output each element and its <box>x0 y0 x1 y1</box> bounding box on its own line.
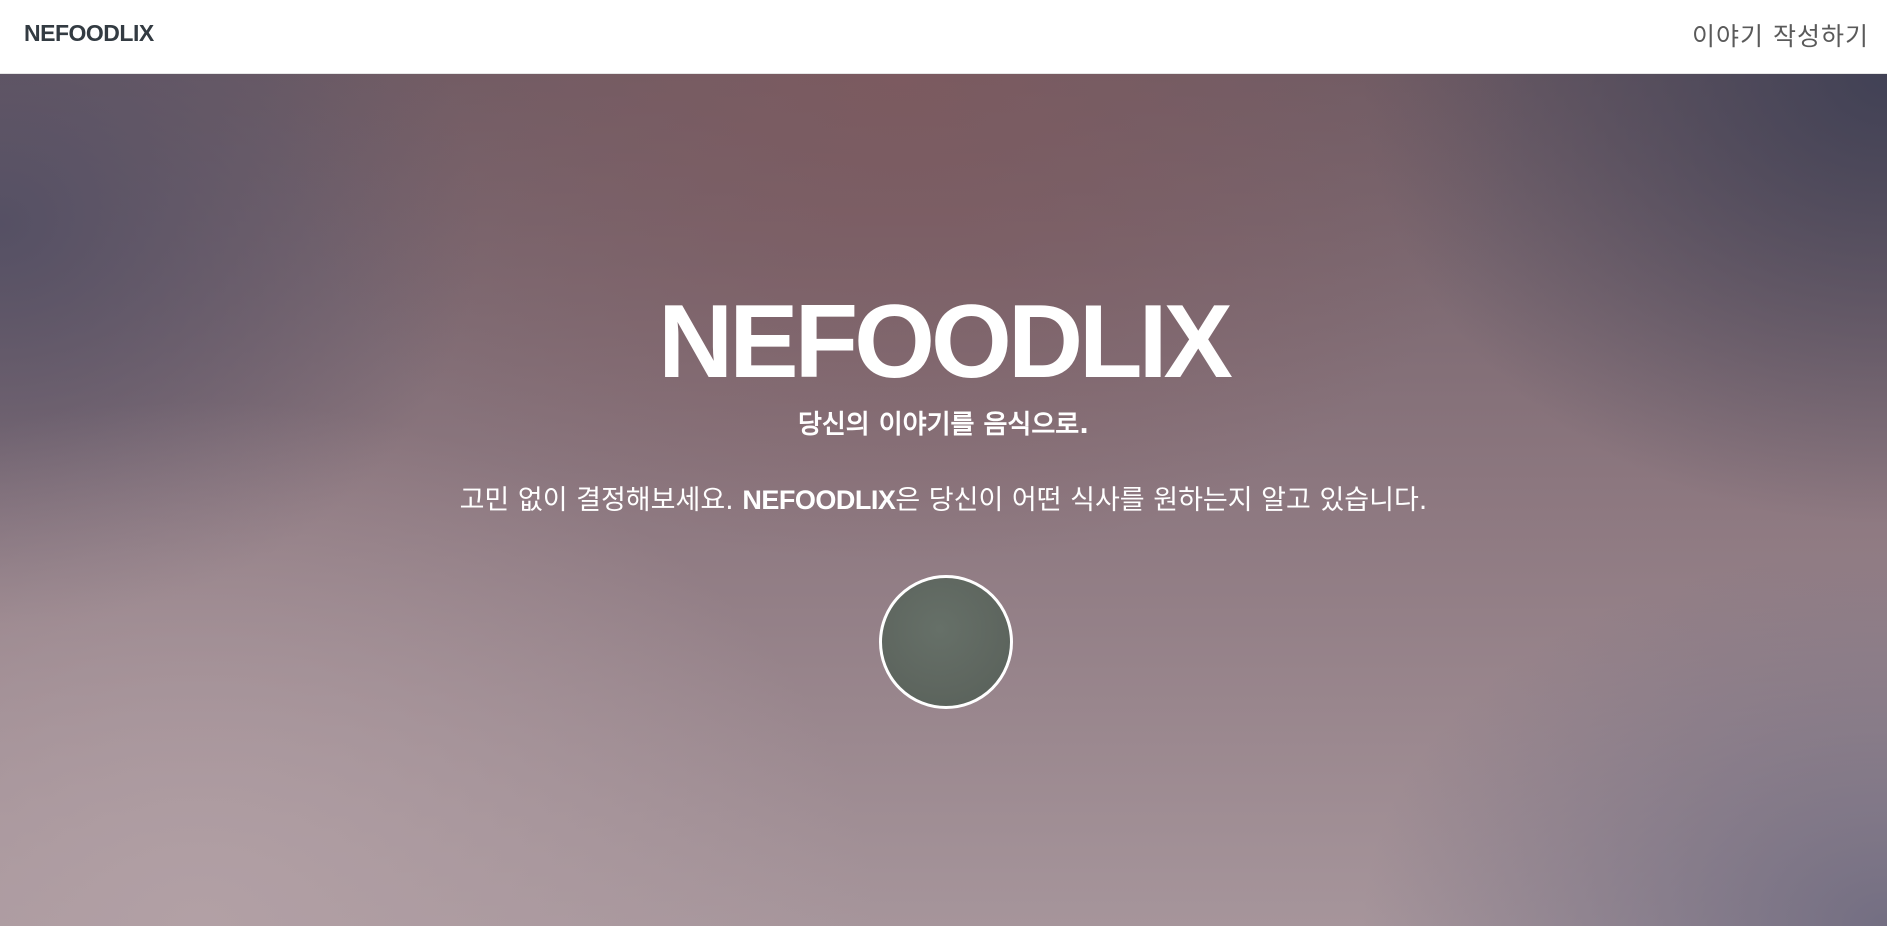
hero-lead: 고민 없이 결정해보세요. NEFOODLIX은 당신이 어떤 식사를 원하는지… <box>0 478 1887 517</box>
hero-lead-prefix: 고민 없이 결정해보세요. <box>459 485 743 516</box>
write-story-link[interactable]: 이야기 작성하기 <box>1692 17 1869 53</box>
hero-subtitle: 당신의 이야기를 음식으로. <box>797 410 1090 440</box>
hero-section: NEFOODLIX 당신의 이야기를 음식으로. 고민 없이 결정해보세요. N… <box>0 74 1887 926</box>
hero-title: NEFOODLIX <box>658 284 1233 400</box>
hero-lead-suffix: 은 당신이 어떤 식사를 원하는지 알고 있습니다. <box>895 485 1428 516</box>
navbar-brand[interactable]: NEFOODLIX <box>24 20 154 47</box>
hero-lead-brand: NEFOODLIX <box>742 485 896 515</box>
navbar: NEFOODLIX 이야기 작성하기 <box>0 0 1887 74</box>
start-circle-button[interactable] <box>879 575 1013 709</box>
